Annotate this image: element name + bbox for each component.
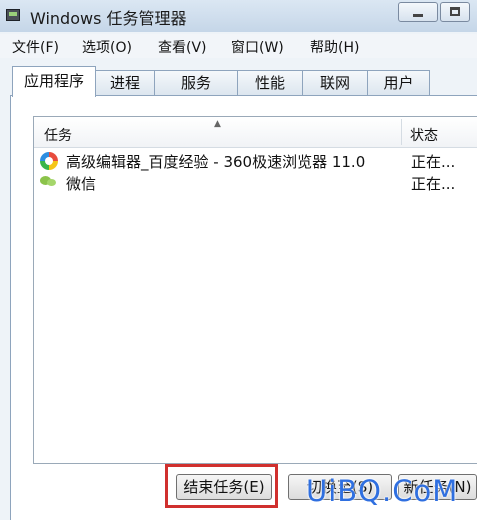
minimize-button[interactable] — [398, 2, 438, 22]
list-header: ▲ 任务 状态 — [34, 117, 477, 148]
maximize-icon — [450, 7, 460, 16]
task-status: 正在... — [411, 153, 456, 171]
window-title: Windows 任务管理器 — [30, 9, 187, 28]
task-row[interactable]: 高级编辑器_百度经验 - 360极速浏览器 11.0 正在... — [38, 151, 476, 171]
task-name: 微信 — [66, 175, 97, 193]
tab-users[interactable]: 用户 — [367, 70, 430, 95]
tab-services[interactable]: 服务 — [154, 70, 238, 95]
title-bar[interactable]: Windows 任务管理器 — [0, 0, 477, 32]
column-divider[interactable] — [401, 119, 402, 145]
maximize-button[interactable] — [440, 2, 470, 22]
minimize-icon — [413, 14, 423, 17]
menu-help[interactable]: 帮助(H) — [310, 37, 359, 57]
360-browser-icon — [40, 152, 58, 170]
menu-options[interactable]: 选项(O) — [82, 37, 132, 57]
column-header-task[interactable]: 任务 — [44, 125, 72, 145]
task-list[interactable]: ▲ 任务 状态 高级编辑器_百度经验 - 360极速浏览器 11.0 正在...… — [33, 116, 477, 464]
site-watermark: UiBQ.CoM — [306, 474, 459, 508]
menu-bar: 文件(F) 选项(O) 查看(V) 窗口(W) 帮助(H) — [0, 34, 477, 58]
menu-file[interactable]: 文件(F) — [12, 37, 59, 57]
tab-processes[interactable]: 进程 — [95, 70, 155, 95]
end-task-button[interactable]: 结束任务(E) — [176, 474, 272, 500]
menu-window[interactable]: 窗口(W) — [231, 37, 284, 57]
task-name: 高级编辑器_百度经验 - 360极速浏览器 11.0 — [66, 153, 366, 171]
tab-strip: 应用程序 进程 服务 性能 联网 用户 — [0, 66, 477, 97]
sort-up-icon: ▲ — [214, 119, 221, 129]
tab-performance[interactable]: 性能 — [237, 70, 303, 95]
task-status: 正在... — [411, 175, 456, 193]
tab-applications[interactable]: 应用程序 — [12, 66, 96, 97]
column-header-status[interactable]: 状态 — [410, 125, 438, 145]
tab-networking[interactable]: 联网 — [302, 70, 368, 95]
menu-view[interactable]: 查看(V) — [158, 37, 207, 57]
wechat-icon — [40, 174, 58, 188]
task-manager-icon — [6, 9, 20, 21]
task-row[interactable]: 微信 正在... — [38, 173, 476, 193]
